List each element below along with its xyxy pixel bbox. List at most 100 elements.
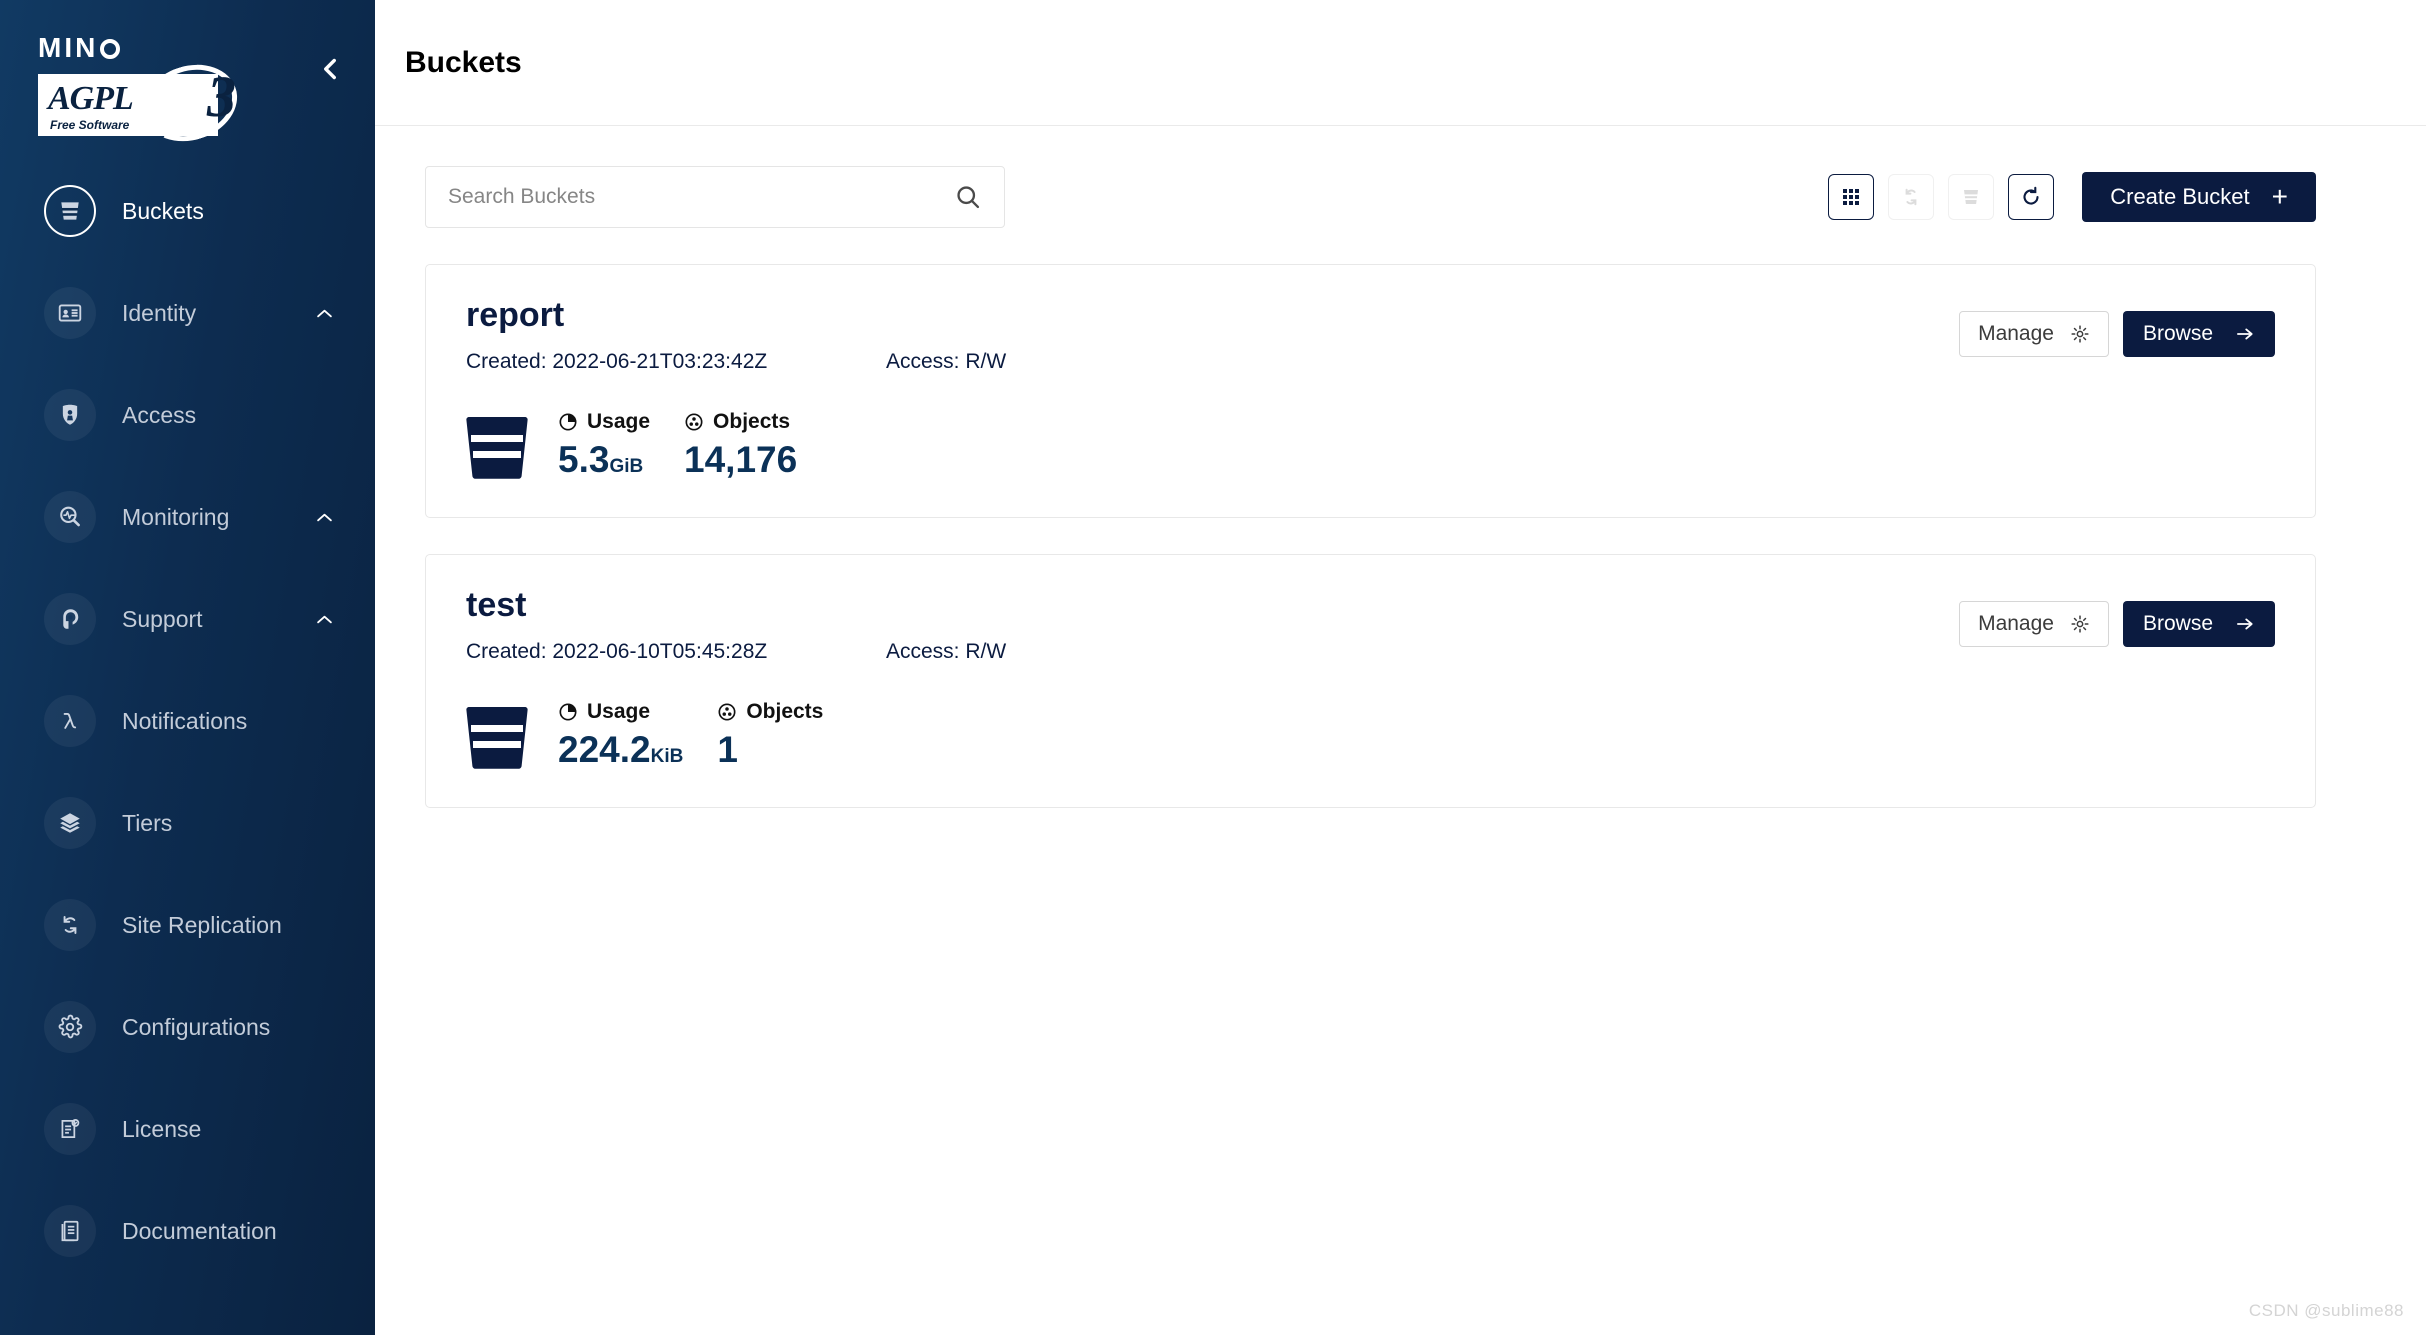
manage-button[interactable]: Manage	[1959, 601, 2109, 648]
grid-view-button[interactable]	[1828, 174, 1875, 220]
usage-heading: Usage	[558, 410, 650, 434]
book-icon	[44, 1205, 96, 1257]
sidebar-item-configurations[interactable]: Configurations	[0, 976, 375, 1078]
usage-value: 224.2KiB	[558, 730, 683, 771]
refresh-icon	[2023, 186, 2039, 205]
usage-value: 5.3GiB	[558, 440, 650, 481]
sidebar-item-license[interactable]: License	[0, 1078, 375, 1180]
sidebar-item-label: Tiers	[122, 809, 173, 836]
page-title: Buckets	[405, 45, 522, 79]
bucket-meta: Created: 2022-06-21T03:23:42Z Access: R/…	[466, 350, 1006, 374]
manage-label: Manage	[1978, 322, 2054, 345]
bucket-icon	[44, 185, 96, 237]
search-input[interactable]	[448, 185, 954, 209]
plus-icon: +	[2271, 181, 2288, 212]
usage-number: 5.3	[558, 439, 610, 481]
bucket-stats: Usage 5.3GiB Objects 14,176	[466, 410, 2275, 481]
bucket-meta: Created: 2022-06-10T05:45:28Z Access: R/…	[466, 640, 1006, 664]
objects-icon	[685, 413, 703, 431]
objects-stat: Objects 14,176	[684, 410, 797, 481]
usage-stat: Usage 224.2KiB	[558, 700, 683, 771]
sidebar-item-support[interactable]: Support	[0, 568, 375, 670]
search-buckets-field[interactable]	[425, 166, 1005, 228]
create-bucket-button[interactable]: Create Bucket +	[2082, 172, 2316, 222]
sidebar-item-label: Site Replication	[122, 911, 282, 938]
sidebar: MIN AGPL Free Software 3 Buckets Identit…	[0, 0, 375, 1335]
sidebar-item-identity[interactable]: Identity	[0, 262, 375, 364]
objects-value: 14,176	[684, 439, 798, 481]
sidebar-item-documentation[interactable]: Documentation	[0, 1180, 375, 1282]
sidebar-item-monitoring[interactable]: Monitoring	[0, 466, 375, 568]
sidebar-item-label: Support	[122, 605, 203, 632]
refresh-button[interactable]	[2008, 174, 2055, 220]
sidebar-item-label: Documentation	[122, 1217, 277, 1244]
sidebar-nav: Buckets Identity Access Monitoring Suppo…	[0, 160, 375, 1282]
bucket-icon	[1964, 190, 1979, 204]
usage-label: Usage	[587, 410, 651, 434]
usage-number: 224.2	[558, 729, 651, 771]
manage-label: Manage	[1978, 612, 2054, 636]
minio-o-glyph	[100, 39, 121, 59]
sidebar-item-notifications[interactable]: Notifications	[0, 670, 375, 772]
bucket-created: Created: 2022-06-21T03:23:42Z	[466, 350, 768, 374]
gear-icon	[44, 1001, 96, 1053]
sidebar-item-buckets[interactable]: Buckets	[0, 160, 375, 262]
sidebar-item-access[interactable]: Access	[0, 364, 375, 466]
bucket-name: test	[466, 586, 527, 625]
agpl-license-badge: AGPL Free Software 3	[38, 52, 248, 154]
usage-stat: Usage 5.3GiB	[558, 410, 650, 481]
sidebar-item-label: Buckets	[122, 197, 204, 224]
sync-icon	[1905, 188, 1917, 206]
sidebar-item-tiers[interactable]: Tiers	[0, 772, 375, 874]
bucket-stats: Usage 224.2KiB Objects 1	[466, 700, 2275, 771]
agpl-sublabel: Free Software	[50, 118, 130, 132]
agpl-version: 3	[207, 64, 236, 129]
objects-value: 1	[717, 729, 738, 771]
sidebar-item-label: License	[122, 1115, 202, 1142]
chevron-left-icon	[324, 58, 336, 80]
browse-label: Browse	[2142, 322, 2213, 345]
page-content: Create Bucket + report Created: 2022-06-…	[375, 126, 2426, 1335]
gear-icon	[2071, 615, 2089, 633]
app-root: MIN AGPL Free Software 3 Buckets Identit…	[0, 0, 2426, 1335]
sidebar-item-label: Notifications	[122, 707, 248, 734]
objects-label: Objects	[746, 700, 824, 724]
bucket-access: Access: R/W	[886, 350, 1007, 374]
bucket-card[interactable]: test Created: 2022-06-10T05:45:28Z Acces…	[425, 554, 2316, 809]
bucket-card[interactable]: report Created: 2022-06-21T03:23:42Z Acc…	[425, 264, 2316, 519]
page-header: Buckets	[375, 0, 2426, 126]
sidebar-item-label: Configurations	[122, 1013, 271, 1040]
bucket-icon	[466, 705, 528, 771]
chevron-up-icon[interactable]	[316, 611, 333, 628]
search-icon	[954, 183, 982, 211]
objects-stat: Objects 1	[717, 700, 823, 771]
manage-button[interactable]: Manage	[1959, 311, 2109, 357]
browse-button[interactable]: Browse	[2122, 311, 2275, 357]
bucket-icon	[466, 415, 528, 481]
objects-heading: Objects	[717, 700, 823, 724]
objects-label: Objects	[713, 410, 791, 434]
toolbar-actions: Create Bucket +	[1828, 172, 2316, 222]
usage-unit: KiB	[650, 746, 684, 768]
browse-button[interactable]: Browse	[2122, 601, 2275, 648]
bucket-info: report Created: 2022-06-21T03:23:42Z Acc…	[466, 296, 1006, 374]
bucket-created: Created: 2022-06-10T05:45:28Z	[466, 640, 768, 664]
browse-label: Browse	[2142, 612, 2213, 636]
usage-label: Usage	[587, 700, 651, 724]
lock-icon	[44, 389, 96, 441]
bucket-actions: Manage Browse	[1959, 587, 2275, 648]
bucket-card-header: report Created: 2022-06-21T03:23:42Z Acc…	[466, 296, 2275, 374]
sidebar-collapse-button[interactable]	[313, 52, 347, 86]
chevron-up-icon[interactable]	[316, 509, 333, 526]
sidebar-item-site-replication[interactable]: Site Replication	[0, 874, 375, 976]
bucket-info: test Created: 2022-06-10T05:45:28Z Acces…	[466, 586, 1006, 664]
arrow-right-icon	[2237, 328, 2253, 340]
replication-button	[1888, 174, 1935, 220]
grid-icon	[1843, 189, 1860, 205]
buckets-toolbar: Create Bucket +	[425, 166, 2316, 228]
main-area: Buckets Search Buckets Create Bucket + r…	[375, 0, 2426, 1335]
chevron-up-icon[interactable]	[316, 305, 333, 322]
objects-heading: Objects	[684, 410, 797, 434]
bucket-name: report	[466, 296, 565, 334]
gear-icon	[2071, 325, 2089, 343]
